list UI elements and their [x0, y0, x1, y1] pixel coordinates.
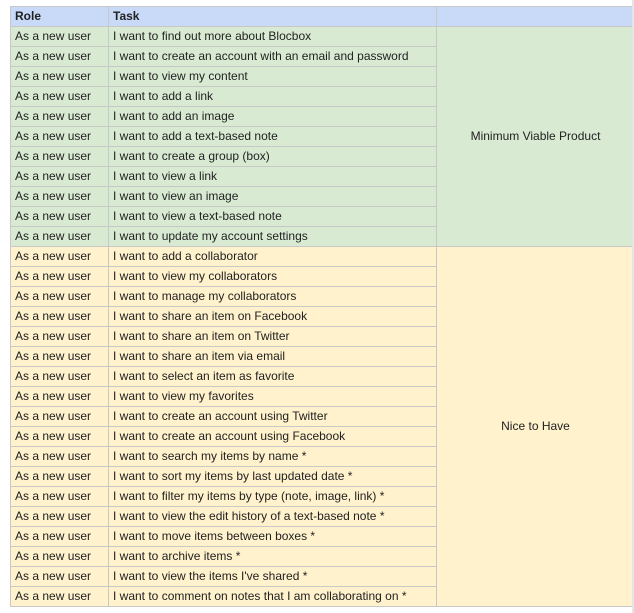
task-cell[interactable]: I want to select an item as favorite — [108, 366, 437, 387]
role-cell[interactable]: As a new user — [10, 126, 109, 147]
task-cell[interactable]: I want to view my collaborators — [108, 266, 437, 287]
task-cell[interactable]: I want to create an account using Facebo… — [108, 426, 437, 447]
role-cell[interactable]: As a new user — [10, 86, 109, 107]
task-cell[interactable]: I want to move items between boxes * — [108, 526, 437, 547]
task-cell[interactable]: I want to view a text-based note — [108, 206, 437, 227]
task-cell[interactable]: I want to sort my items by last updated … — [108, 466, 437, 487]
task-cell[interactable]: I want to view the edit history of a tex… — [108, 506, 437, 527]
task-cell[interactable]: I want to view my favorites — [108, 386, 437, 407]
role-cell[interactable]: As a new user — [10, 586, 109, 607]
task-cell[interactable]: I want to find out more about Blocbox — [108, 26, 437, 47]
user-stories-table: Role Task As a new user I want to find ou… — [10, 6, 634, 607]
task-cell[interactable]: I want to manage my collaborators — [108, 286, 437, 307]
role-cell[interactable]: As a new user — [10, 146, 109, 167]
task-cell[interactable]: I want to add a link — [108, 86, 437, 107]
task-cell[interactable]: I want to create an account using Twitte… — [108, 406, 437, 427]
role-cell[interactable]: As a new user — [10, 286, 109, 307]
role-cell[interactable]: As a new user — [10, 526, 109, 547]
role-cell[interactable]: As a new user — [10, 246, 109, 267]
task-cell[interactable]: I want to add a text-based note — [108, 126, 437, 147]
table-body: As a new user I want to find out more abo… — [10, 26, 634, 607]
phase-cell-mvp[interactable]: Minimum Viable Product — [436, 26, 634, 247]
role-cell[interactable]: As a new user — [10, 186, 109, 207]
table-row: As a new user I want to add a collaborato… — [10, 246, 634, 607]
role-cell[interactable]: As a new user — [10, 566, 109, 587]
task-cell[interactable]: I want to create an account with an emai… — [108, 46, 437, 67]
task-cell[interactable]: I want to archive items * — [108, 546, 437, 567]
role-cell[interactable]: As a new user — [10, 346, 109, 367]
header-phase[interactable] — [436, 6, 634, 27]
phase-cell-nice[interactable]: Nice to Have — [436, 246, 634, 607]
table-row: As a new user I want to find out more abo… — [10, 26, 634, 247]
header-task[interactable]: Task — [108, 6, 437, 27]
task-cell[interactable]: I want to search my items by name * — [108, 446, 437, 467]
role-cell[interactable]: As a new user — [10, 26, 109, 47]
role-cell[interactable]: As a new user — [10, 546, 109, 567]
role-cell[interactable]: As a new user — [10, 406, 109, 427]
role-cell[interactable]: As a new user — [10, 466, 109, 487]
task-cell[interactable]: I want to view my content — [108, 66, 437, 87]
task-cell[interactable]: I want to view the items I've shared * — [108, 566, 437, 587]
task-cell[interactable]: I want to view an image — [108, 186, 437, 207]
role-cell[interactable]: As a new user — [10, 366, 109, 387]
role-cell[interactable]: As a new user — [10, 106, 109, 127]
task-cell[interactable]: I want to create a group (box) — [108, 146, 437, 167]
spreadsheet: Role Task As a new user I want to find ou… — [0, 0, 634, 607]
task-cell[interactable]: I want to add a collaborator — [108, 246, 437, 267]
task-cell[interactable]: I want to add an image — [108, 106, 437, 127]
role-cell[interactable]: As a new user — [10, 226, 109, 247]
task-cell[interactable]: I want to share an item on Twitter — [108, 326, 437, 347]
role-cell[interactable]: As a new user — [10, 386, 109, 407]
role-cell[interactable]: As a new user — [10, 166, 109, 187]
task-cell[interactable]: I want to view a link — [108, 166, 437, 187]
role-cell[interactable]: As a new user — [10, 426, 109, 447]
role-cell[interactable]: As a new user — [10, 326, 109, 347]
task-cell[interactable]: I want to comment on notes that I am col… — [108, 586, 437, 607]
role-cell[interactable]: As a new user — [10, 486, 109, 507]
role-cell[interactable]: As a new user — [10, 266, 109, 287]
role-cell[interactable]: As a new user — [10, 306, 109, 327]
role-cell[interactable]: As a new user — [10, 446, 109, 467]
role-cell[interactable]: As a new user — [10, 506, 109, 527]
task-cell[interactable]: I want to share an item on Facebook — [108, 306, 437, 327]
role-cell[interactable]: As a new user — [10, 206, 109, 227]
task-cell[interactable]: I want to update my account settings — [108, 226, 437, 247]
role-cell[interactable]: As a new user — [10, 66, 109, 87]
header-role[interactable]: Role — [10, 6, 109, 27]
role-cell[interactable]: As a new user — [10, 46, 109, 67]
task-cell[interactable]: I want to filter my items by type (note,… — [108, 486, 437, 507]
task-cell[interactable]: I want to share an item via email — [108, 346, 437, 367]
header-row: Role Task — [10, 6, 634, 27]
